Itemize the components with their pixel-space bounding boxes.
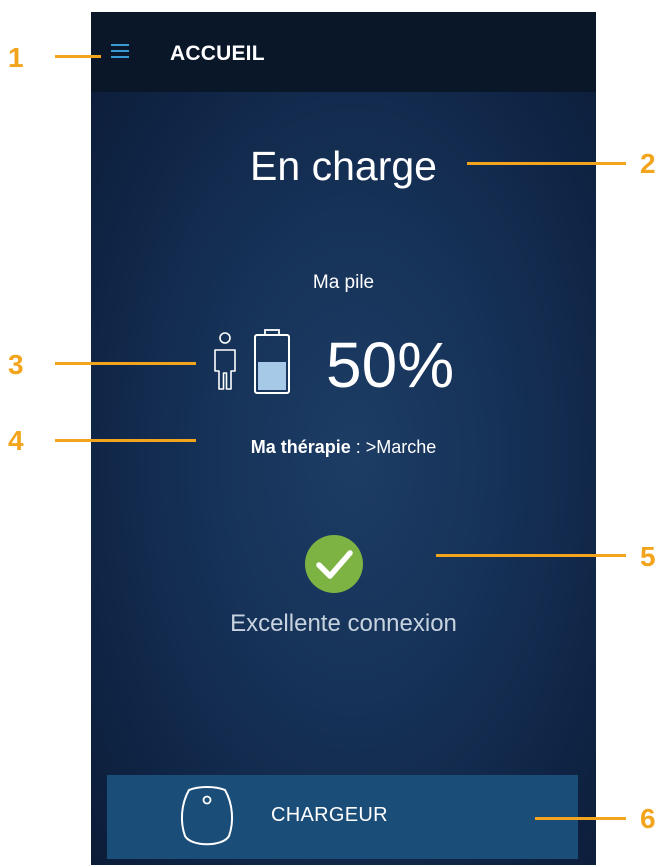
battery-status: 50%: [211, 329, 491, 401]
therapy-value[interactable]: >Marche: [366, 437, 437, 457]
page-title: ACCUEIL: [170, 42, 265, 65]
menu-line: [111, 56, 129, 58]
menu-line: [111, 50, 129, 52]
callout-number-1: 1: [8, 42, 24, 73]
charger-icon: [180, 786, 234, 846]
top-bar: ACCUEIL: [91, 12, 596, 92]
callout-number-4: 4: [8, 425, 24, 456]
hamburger-menu-icon[interactable]: [111, 42, 133, 62]
callout-line-2: [467, 162, 626, 165]
callout-line-3: [55, 362, 196, 365]
therapy-label: Ma thérapie: [250, 437, 351, 457]
charger-label: CHARGEUR: [271, 804, 388, 826]
callout-line-4: [55, 439, 196, 442]
check-circle-icon: [305, 535, 363, 593]
charging-status-title: En charge: [250, 143, 437, 189]
callout-number-6: 6: [640, 803, 656, 834]
callout-number-5: 5: [640, 541, 656, 572]
charger-button[interactable]: CHARGEUR: [107, 775, 578, 859]
callout-number-2: 2: [640, 148, 656, 179]
callout-line-5: [436, 554, 626, 557]
battery-fill: [258, 362, 286, 390]
battery-icon: [254, 329, 290, 394]
callout-line-6: [535, 817, 626, 820]
battery-percent: 50%: [326, 329, 455, 401]
connection-status: Excellente connexion: [230, 610, 457, 637]
menu-line: [111, 44, 129, 46]
person-icon: [214, 332, 236, 390]
therapy-separator: :: [350, 437, 366, 457]
callout-line-1: [55, 55, 101, 58]
battery-heading: Ma pile: [312, 272, 375, 293]
callout-number-3: 3: [8, 349, 24, 380]
